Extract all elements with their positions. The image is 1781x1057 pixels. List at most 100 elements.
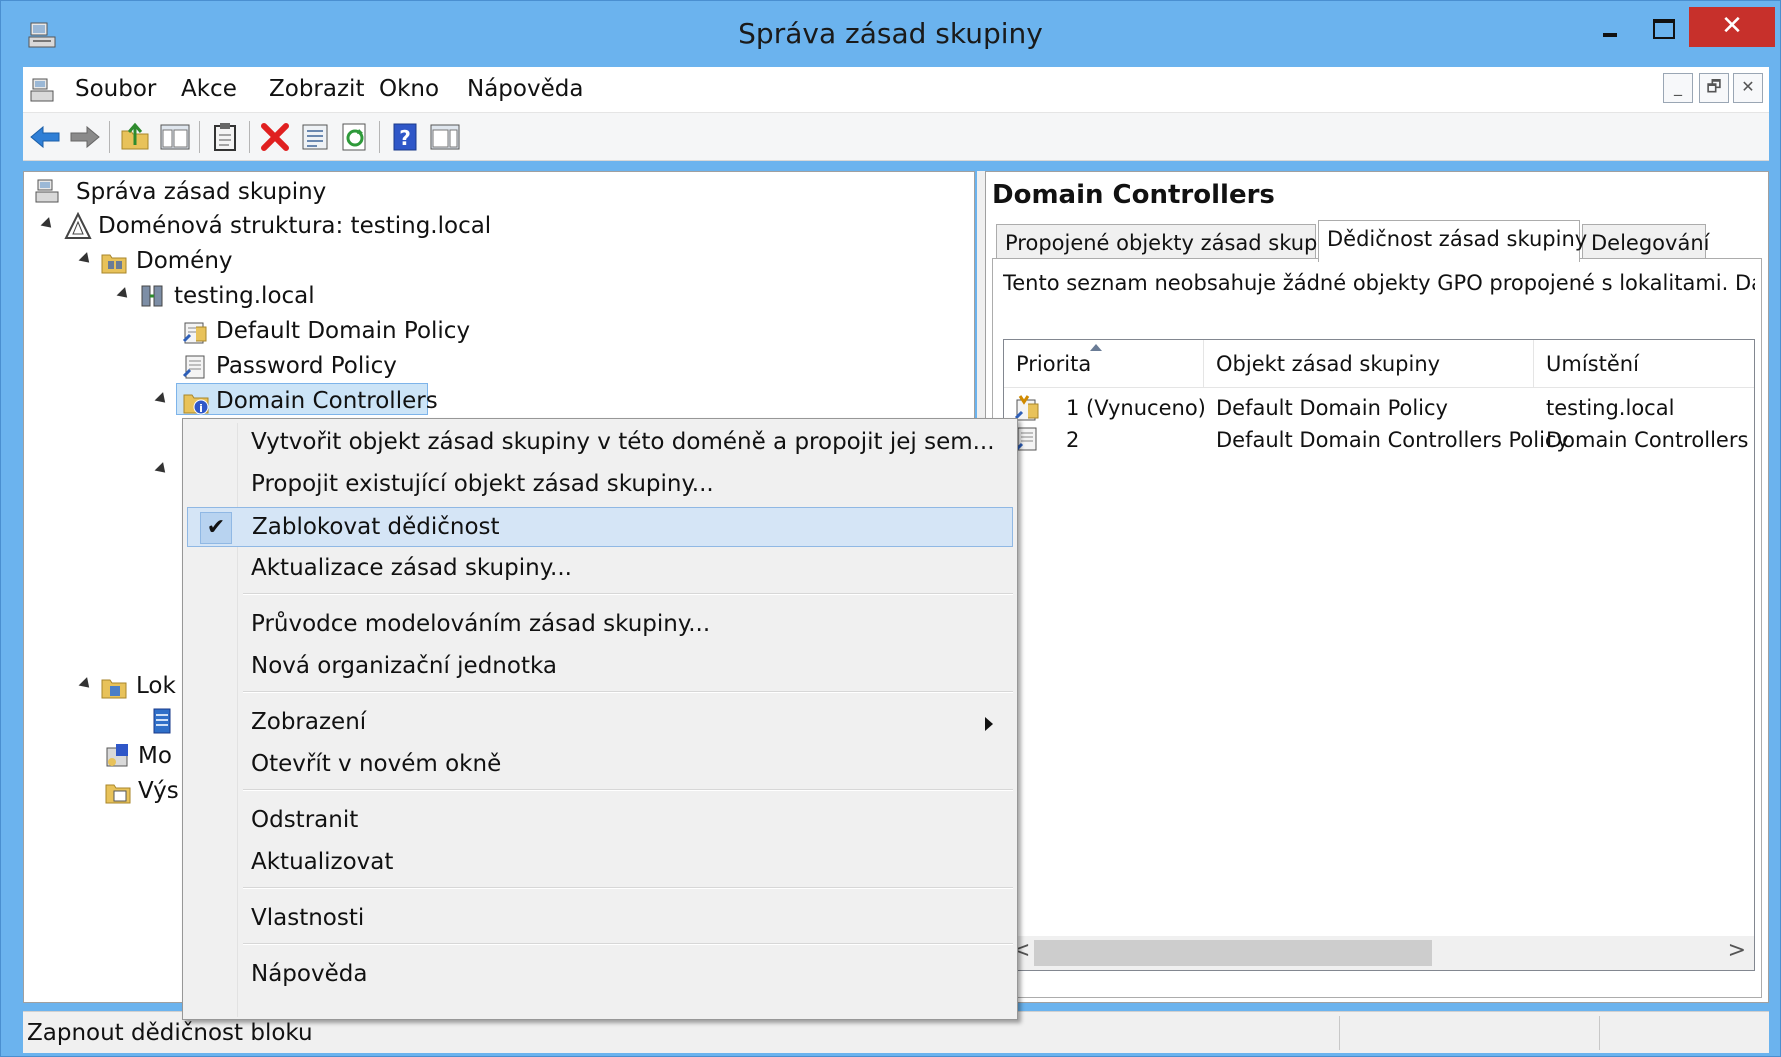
menu-item-gp-update[interactable]: Aktualizace zásad skupiny... (187, 549, 1013, 589)
tree-label: Výs (138, 778, 179, 804)
scrollbar-thumb[interactable] (1034, 940, 1432, 966)
toolbar-separator (199, 121, 200, 153)
toolbar-separator (109, 121, 110, 153)
checkmark-icon: ✔ (200, 512, 232, 544)
menu-item-modeling-wizard[interactable]: Průvodce modelováním zásad skupiny... (187, 605, 1013, 645)
console-tree-icon[interactable] (159, 121, 191, 153)
tree-label: Mo (138, 743, 172, 769)
refresh-icon[interactable] (339, 121, 371, 153)
submenu-arrow-icon (985, 717, 993, 731)
expand-arrow-icon[interactable] (78, 677, 94, 692)
up-folder-icon[interactable] (119, 121, 151, 153)
menu-okno[interactable]: Okno (379, 76, 439, 102)
inheritance-info-text: Tento seznam neobsahuje žádné objekty GP… (1003, 271, 1755, 295)
toolbar: ? (23, 113, 1769, 161)
gpo-link-icon (182, 322, 207, 344)
site-icon (153, 708, 171, 734)
menu-item-refresh[interactable]: Aktualizovat (187, 843, 1013, 883)
toolbar-separator (249, 121, 250, 153)
tree-label: Správa zásad skupiny (76, 179, 327, 205)
tree-label: Doménová struktura: testing.local (98, 213, 492, 239)
cell-location: Domain Controllers (1546, 428, 1749, 452)
horizontal-scrollbar[interactable]: < > (1004, 936, 1754, 970)
mdi-restore-button[interactable]: 🗗 (1699, 73, 1729, 103)
menu-item-help[interactable]: Nápověda (187, 955, 1013, 995)
gpmc-node-icon (35, 179, 59, 203)
system-menu-icon[interactable] (29, 77, 57, 103)
mdi-minimize-button[interactable]: _ (1663, 73, 1693, 103)
results-icon (105, 784, 131, 804)
domain-icon (141, 285, 163, 307)
enforced-gpo-icon (1014, 395, 1039, 421)
column-header-priority[interactable]: Priorita (1004, 340, 1204, 388)
svg-text:?: ? (399, 126, 411, 150)
tab-gp-inheritance[interactable]: Dědičnost zásad skupiny (1318, 220, 1587, 262)
menu-item-link-existing-gpo[interactable]: Propojit existující objekt zásad skupiny… (187, 465, 1013, 505)
sites-folder-icon (101, 679, 127, 699)
menu-separator (243, 593, 1013, 595)
scroll-right-icon[interactable]: > (1728, 938, 1746, 963)
details-pane: Domain Controllers Propojené objekty zás… (985, 171, 1769, 1003)
expand-arrow-icon[interactable] (154, 392, 170, 407)
menu-item-properties[interactable]: Vlastnosti (187, 899, 1013, 939)
status-text: Zapnout dědičnost bloku (27, 1020, 313, 1046)
menu-zobrazit[interactable]: Zobrazit (269, 76, 364, 102)
tree-label: testing.local (174, 283, 315, 309)
toolbar-separator (379, 121, 380, 153)
tree-label: Domény (136, 248, 233, 274)
menu-akce[interactable]: Akce (181, 76, 237, 102)
clipboard-icon[interactable] (209, 121, 241, 153)
tab-delegation[interactable]: Delegování (1582, 224, 1709, 260)
forest-icon (64, 212, 92, 239)
title-bar[interactable]: Správa zásad skupiny ✕ (1, 1, 1780, 65)
menu-napoveda[interactable]: Nápověda (467, 76, 583, 102)
close-button[interactable]: ✕ (1689, 7, 1775, 47)
cell-priority: 2 (1066, 428, 1080, 452)
menu-item-create-gpo[interactable]: Vytvořit objekt zásad skupiny v této dom… (187, 423, 1013, 463)
column-header-gpo[interactable]: Objekt zásad skupiny (1204, 340, 1534, 388)
svg-text:i: i (199, 402, 203, 415)
cell-priority: 1 (1066, 396, 1080, 420)
tree-label: Default Domain Policy (216, 318, 471, 344)
expand-arrow-icon[interactable] (154, 462, 170, 477)
properties-icon[interactable] (299, 121, 331, 153)
cell-location: testing.local (1546, 396, 1675, 420)
menu-item-block-inheritance[interactable]: ✔ Zablokovat dědičnost (187, 507, 1013, 547)
tree-label: Lok (136, 673, 176, 699)
cell-gpo: Default Domain Controllers Policy (1216, 428, 1569, 452)
table-row[interactable]: 1 (Vynuceno) Default Domain Policy testi… (1004, 392, 1754, 424)
expand-arrow-icon[interactable] (116, 287, 132, 302)
menu-separator (243, 691, 1013, 693)
ou-blocked-icon: i (183, 394, 209, 415)
menu-item-new-ou[interactable]: Nová organizační jednotka (187, 647, 1013, 687)
inheritance-panel: Tento seznam neobsahuje žádné objekty GP… (992, 258, 1762, 998)
gpo-link-icon (182, 355, 205, 379)
forward-arrow-icon[interactable] (69, 121, 101, 153)
table-row[interactable]: 2 Default Domain Controllers Policy Doma… (1004, 424, 1754, 456)
menu-item-view[interactable]: Zobrazení (187, 703, 1013, 743)
expand-arrow-icon[interactable] (78, 252, 94, 267)
menu-separator (243, 887, 1013, 889)
mdi-close-button[interactable]: ✕ (1733, 73, 1763, 103)
status-separator (1339, 1016, 1340, 1050)
menu-bar: Soubor Akce Zobrazit Okno Nápověda _ 🗗 ✕ (23, 67, 1769, 113)
menu-item-new-window[interactable]: Otevřít v novém okně (187, 745, 1013, 785)
close-icon: ✕ (1721, 11, 1743, 41)
sort-ascending-icon (1090, 344, 1102, 351)
menu-item-delete[interactable]: Odstranit (187, 801, 1013, 841)
inheritance-list[interactable]: Priorita Objekt zásad skupiny Umístění 1… (1003, 339, 1755, 971)
minimize-button[interactable] (1586, 7, 1632, 47)
menu-soubor[interactable]: Soubor (75, 76, 156, 102)
help-icon[interactable]: ? (389, 121, 421, 153)
maximize-button[interactable] (1639, 7, 1685, 47)
cell-enforced: (Vynuceno) (1086, 396, 1206, 420)
tab-linked-gpos[interactable]: Propojené objekty zásad skupiny (996, 224, 1349, 260)
expand-arrow-icon[interactable] (40, 217, 56, 232)
tree-label: Domain Controllers (216, 388, 438, 414)
tree-label: Password Policy (216, 353, 397, 379)
delete-icon[interactable] (259, 121, 291, 153)
details-title: Domain Controllers (992, 180, 1275, 210)
column-header-location[interactable]: Umístění (1534, 340, 1756, 388)
action-pane-icon[interactable] (429, 121, 461, 153)
back-arrow-icon[interactable] (29, 121, 61, 153)
